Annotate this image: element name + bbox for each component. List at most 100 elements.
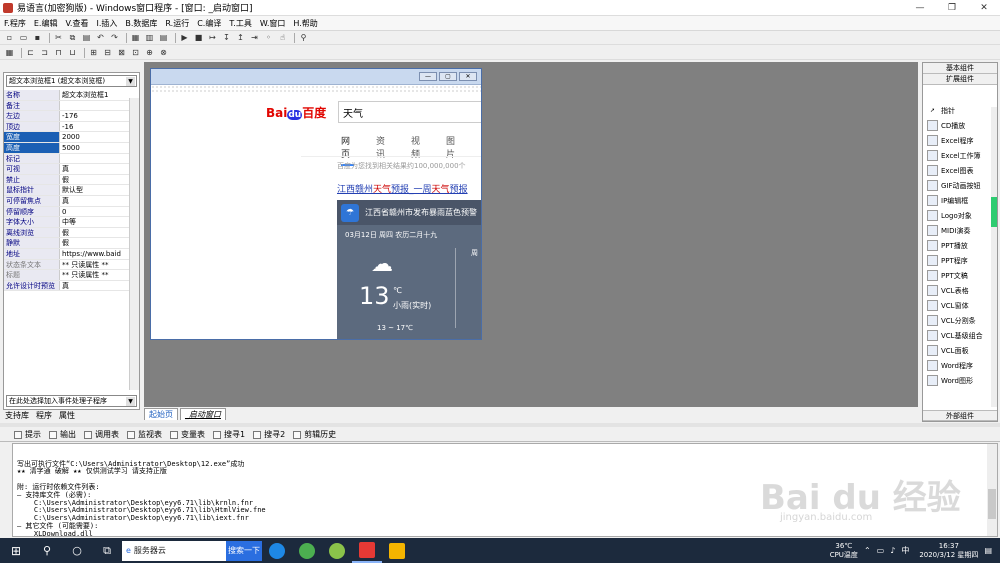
property-value[interactable]: 真 (60, 196, 129, 206)
component-item[interactable]: VCL窗体 (923, 298, 997, 313)
component-item[interactable]: PPT播放 (923, 238, 997, 253)
space-h-icon[interactable]: ⊞ (88, 48, 99, 58)
grid-icon[interactable]: ▦ (4, 48, 15, 58)
copy-icon[interactable]: ⧉ (67, 33, 78, 43)
property-value[interactable]: 真 (60, 281, 129, 291)
open-file-icon[interactable]: ▭ (18, 33, 29, 43)
component-item[interactable]: Word程序 (923, 358, 997, 373)
component-scrollbar[interactable] (991, 107, 997, 407)
network-icon[interactable]: ▭ (877, 546, 885, 555)
component-item[interactable]: VCL面板 (923, 343, 997, 358)
taskbar-search-button[interactable]: 搜索一下 (226, 540, 262, 561)
taskbar-search-input[interactable]: e 服务器云 (122, 540, 226, 561)
property-value[interactable]: 假 (60, 175, 129, 185)
menu-compile[interactable]: C.编译 (197, 18, 221, 29)
component-item[interactable]: VCL基级组合 (923, 328, 997, 343)
menu-program[interactable]: F.程序 (4, 18, 26, 29)
space-v-icon[interactable]: ⊟ (102, 48, 113, 58)
menu-window[interactable]: W.窗口 (260, 18, 286, 29)
component-item[interactable]: Excel程序 (923, 133, 997, 148)
maximize-button[interactable]: ❐ (936, 0, 968, 16)
property-row[interactable]: 停留顺序 0 (4, 206, 129, 218)
tab-variables[interactable]: 变量表 (170, 429, 205, 440)
property-value[interactable]: -16 (60, 122, 129, 132)
chevron-down-icon[interactable]: ▼ (126, 77, 135, 86)
cut-icon[interactable]: ✂ (53, 33, 64, 43)
tray-chevron-icon[interactable]: ⌃ (864, 546, 871, 555)
property-row[interactable]: 左边 -176 (4, 111, 129, 122)
component-item[interactable]: Excel图表 (923, 163, 997, 178)
edge-icon[interactable] (262, 538, 292, 563)
layout3-icon[interactable]: ▤ (158, 33, 169, 43)
align-center-icon[interactable]: ⊐ (39, 48, 50, 58)
splitter[interactable] (0, 423, 1000, 427)
property-row[interactable]: 备注 (4, 100, 129, 112)
property-value[interactable]: 假 (60, 238, 129, 248)
minimize-button[interactable]: — (904, 0, 936, 16)
menu-insert[interactable]: I.插入 (96, 18, 117, 29)
properties-scrollbar[interactable] (129, 98, 139, 390)
component-item[interactable]: CD播放 (923, 118, 997, 133)
result-link[interactable]: 江西赣州天气预报_一周天气预报 (337, 182, 468, 195)
size-w-icon[interactable]: ⊠ (116, 48, 127, 58)
property-value[interactable]: 真 (60, 164, 129, 174)
property-row[interactable]: 状态条文本 ** 只读属性 ** (4, 259, 129, 271)
property-value[interactable]: 假 (60, 228, 129, 238)
step3-icon[interactable]: ↥ (235, 33, 246, 43)
layout2-icon[interactable]: ▥ (144, 33, 155, 43)
property-value[interactable]: 5000 (60, 143, 129, 153)
redo-icon[interactable]: ↷ (109, 33, 120, 43)
property-value[interactable] (60, 101, 129, 111)
property-value[interactable]: 0 (60, 207, 129, 217)
object-select[interactable]: 超文本浏览框1 (超文本浏览框) ▼ (6, 75, 137, 87)
component-item[interactable]: MIDI演奏 (923, 223, 997, 238)
tab-watch[interactable]: 监视表 (127, 429, 162, 440)
event-select[interactable]: 在此处选择加入事件处理子程序 ▼ (6, 395, 137, 407)
property-row[interactable]: 禁止假 (4, 174, 129, 186)
menu-view[interactable]: V.查看 (65, 18, 88, 29)
property-row[interactable]: 可视真 (4, 164, 129, 175)
property-row[interactable]: 离线浏览假 (4, 227, 129, 239)
step2-icon[interactable]: ↧ (221, 33, 232, 43)
run-icon[interactable]: ▶ (179, 33, 190, 43)
front-icon[interactable]: ⊗ (158, 48, 169, 58)
stop-icon[interactable]: ■ (193, 33, 204, 43)
task-view-icon[interactable]: ⧉ (92, 538, 122, 563)
search-icon[interactable]: ⚲ (32, 538, 62, 563)
design-window[interactable]: — ▢ ✕ Baidu百度 天气 网页 资讯 视频 图片 百度为您找到相关结果约… (150, 68, 482, 340)
menu-tools[interactable]: T.工具 (229, 18, 251, 29)
component-item[interactable]: IP编辑框 (923, 193, 997, 208)
property-row[interactable]: 可停留焦点真 (4, 195, 129, 207)
external-components-button[interactable]: 外部组件 (923, 410, 997, 421)
ime-indicator[interactable]: 中 (901, 545, 909, 556)
eyuyan-icon[interactable] (352, 538, 382, 563)
center-icon[interactable]: ⊕ (144, 48, 155, 58)
property-row[interactable]: 地址 https://www.baid (4, 248, 129, 260)
align-bottom-icon[interactable]: ⊔ (67, 48, 78, 58)
menu-help[interactable]: H.帮助 (293, 18, 317, 29)
property-row[interactable]: 鼠标指针 默认型 (4, 185, 129, 196)
tab-call-stack[interactable]: 调用表 (84, 429, 119, 440)
property-row[interactable]: 标记 (4, 153, 129, 165)
tab-hint[interactable]: 提示 (14, 429, 41, 440)
step4-icon[interactable]: ⇥ (249, 33, 260, 43)
basic-components-button[interactable]: 基本组件 (923, 63, 997, 74)
paste-icon[interactable]: ▤ (81, 33, 92, 43)
save-icon[interactable]: ▪ (32, 33, 43, 43)
property-value[interactable]: 2000 (60, 132, 129, 142)
property-value[interactable]: 中等 (60, 217, 129, 227)
size-h-icon[interactable]: ⊡ (130, 48, 141, 58)
property-row[interactable]: 字体大小 中等 (4, 217, 129, 228)
component-item[interactable]: PPT程序 (923, 253, 997, 268)
component-item[interactable]: Excel工作簿 (923, 148, 997, 163)
tab-support-library[interactable]: 支持库 (3, 410, 29, 422)
property-value[interactable] (60, 154, 129, 164)
property-row[interactable]: 标题 ** 只读属性 ** (4, 270, 129, 281)
component-item[interactable]: Word图形 (923, 373, 997, 388)
property-row[interactable]: 允许设计时预览真 (4, 280, 129, 292)
component-item[interactable]: GIF动画按钮 (923, 178, 997, 193)
chevron-down-icon[interactable]: ▼ (126, 397, 135, 406)
volume-icon[interactable]: ♪ (890, 546, 895, 555)
tab-clip-history[interactable]: 剪辑历史 (293, 429, 336, 440)
close-button[interactable]: ✕ (968, 0, 1000, 16)
